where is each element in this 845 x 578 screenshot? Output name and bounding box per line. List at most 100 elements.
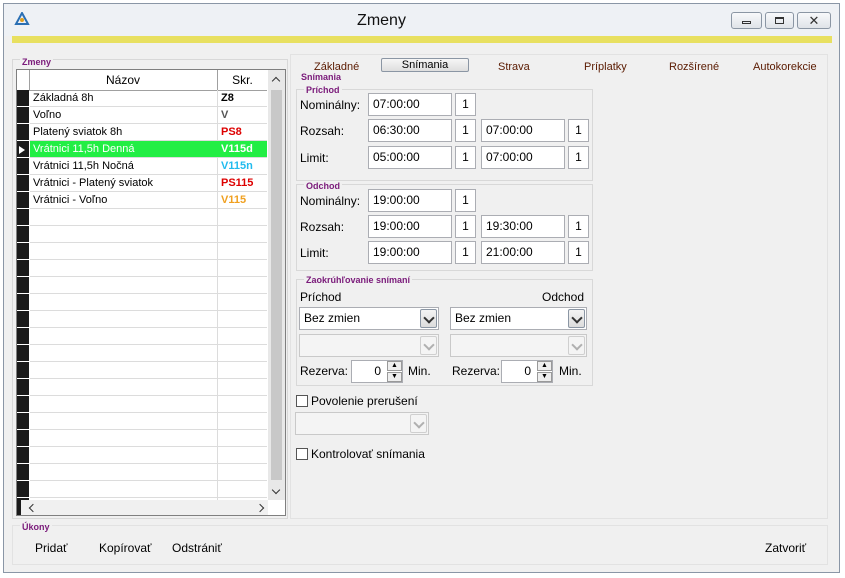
arrival-nominal-day[interactable]: 1 <box>455 93 476 116</box>
tab-1[interactable]: Snímania <box>381 58 469 72</box>
table-row[interactable]: Voľno V <box>30 107 267 124</box>
arrival-range-label: Rozsah: <box>300 124 345 138</box>
row-code: V115d <box>221 143 253 155</box>
rounding-departure-select[interactable]: Bez zmien <box>450 307 587 330</box>
departure-range-from-day[interactable]: 1 <box>455 215 476 238</box>
arrival-range-to[interactable]: 07:00:00 <box>481 119 565 142</box>
remove-button[interactable]: Odstrániť <box>172 541 222 555</box>
departure-nominal-time[interactable]: 19:00:00 <box>368 189 452 212</box>
tab-3[interactable]: Príplatky <box>584 61 627 73</box>
arrival-range-from[interactable]: 06:30:00 <box>368 119 452 142</box>
spin-down-icon[interactable]: ▼ <box>537 372 552 382</box>
grid-rows: Základná 8h Z8 Voľno V Platený sviatok 8h PS8… <box>30 90 267 209</box>
accent-bar <box>12 36 832 43</box>
rounding-departure-label: Odchod <box>542 290 585 304</box>
arrival-reserve-label: Rezerva: <box>300 364 349 378</box>
add-button[interactable]: Pridať <box>35 541 68 555</box>
tab-4[interactable]: Rozšírené <box>669 61 719 73</box>
chevron-down-icon[interactable] <box>420 309 437 328</box>
rounding-arrival-value: Bez zmien <box>304 311 361 325</box>
chevron-down-icon[interactable] <box>568 336 585 355</box>
row-code: PS8 <box>221 126 242 138</box>
arrival-limit-to[interactable]: 07:00:00 <box>481 146 565 169</box>
row-code: V <box>221 109 229 121</box>
table-row[interactable]: Základná 8h Z8 <box>30 90 267 107</box>
arrival-limit-from[interactable]: 05:00:00 <box>368 146 452 169</box>
shifts-group-title: Zmeny <box>20 57 54 67</box>
arrival-range-from-day[interactable]: 1 <box>455 119 476 142</box>
rounding-group-title: Zaokrúhľovanie snímaní <box>304 275 412 285</box>
departure-nominal-label: Nominálny: <box>300 194 361 208</box>
column-header-name[interactable]: Názov <box>30 73 216 87</box>
table-row[interactable]: Platený sviatok 8h PS8 <box>30 124 267 141</box>
scroll-down-icon[interactable] <box>271 485 281 495</box>
departure-limit-to-day[interactable]: 1 <box>568 241 589 264</box>
departure-reserve-label: Rezerva: <box>452 364 501 378</box>
window-title: Zmeny <box>357 12 406 29</box>
row-code: PS115 <box>221 177 254 189</box>
rounding-arrival-label: Príchod <box>300 290 342 304</box>
table-row[interactable]: Vrátnici - Platený sviatok PS115 <box>30 175 267 192</box>
table-row[interactable]: Vrátnici 11,5h Denná V115d <box>30 141 267 158</box>
departure-limit-from[interactable]: 19:00:00 <box>368 241 452 264</box>
row-name: Vrátnici 11,5h Denná <box>33 143 135 155</box>
vertical-scrollbar[interactable] <box>268 70 285 500</box>
row-header-corner <box>17 70 30 90</box>
chevron-down-icon[interactable] <box>410 414 427 433</box>
row-name: Vrátnici - Voľno <box>33 194 108 206</box>
departure-range-to-day[interactable]: 1 <box>568 215 589 238</box>
scroll-thumb[interactable] <box>271 90 282 480</box>
row-name: Voľno <box>33 109 62 121</box>
arrival-reserve-spinner[interactable]: ▲ ▼ <box>387 361 402 382</box>
maximize-button[interactable] <box>765 12 794 29</box>
scroll-left-icon[interactable] <box>28 503 38 513</box>
scroll-right-icon[interactable] <box>255 503 265 513</box>
departure-range-from[interactable]: 19:00:00 <box>368 215 452 238</box>
table-row[interactable]: Vrátnici 11,5h Nočná V115n <box>30 158 267 175</box>
table-row[interactable]: Vrátnici - Voľno V115 <box>30 192 267 209</box>
chevron-down-icon[interactable] <box>420 336 437 355</box>
rounding-arrival-select[interactable]: Bez zmien <box>299 307 439 330</box>
departure-reserve-unit: Min. <box>559 364 582 378</box>
break-type-select[interactable] <box>295 412 429 435</box>
row-name: Vrátnici - Platený sviatok <box>33 177 154 189</box>
departure-range-to[interactable]: 19:30:00 <box>481 215 565 238</box>
close-window-button[interactable]: ✕ <box>797 12 831 29</box>
arrival-range-to-day[interactable]: 1 <box>568 119 589 142</box>
departure-reserve-spinner[interactable]: ▲ ▼ <box>537 361 552 382</box>
departure-limit-to[interactable]: 21:00:00 <box>481 241 565 264</box>
check-scans-checkbox[interactable] <box>296 448 308 460</box>
allow-breaks-checkbox[interactable] <box>296 395 308 407</box>
actions-group-title: Úkony <box>20 522 52 532</box>
column-header-code[interactable]: Skr. <box>218 73 267 87</box>
departure-nominal-day[interactable]: 1 <box>455 189 476 212</box>
grid-header: Názov Skr. <box>17 70 267 91</box>
horizontal-scrollbar[interactable] <box>17 500 268 515</box>
minimize-button[interactable] <box>731 12 762 29</box>
spin-up-icon[interactable]: ▲ <box>537 361 552 371</box>
empty-rows <box>30 209 267 500</box>
tab-5[interactable]: Autokorekcie <box>753 61 817 73</box>
rounding-departure-secondary-select[interactable] <box>450 334 587 357</box>
title-bar: Zmeny ✕ <box>4 4 839 36</box>
close-icon: ✕ <box>808 13 820 28</box>
spin-up-icon[interactable]: ▲ <box>387 361 402 371</box>
chevron-down-icon[interactable] <box>568 309 585 328</box>
row-name: Základná 8h <box>33 92 94 104</box>
shifts-grid: Názov Skr. Základná 8h Z8 Voľno V Platený sv… <box>16 69 286 516</box>
maximize-icon <box>775 17 784 24</box>
scroll-up-icon[interactable] <box>271 76 281 86</box>
row-name: Platený sviatok 8h <box>33 126 123 138</box>
window: Zmeny ✕ Zmeny Názov Skr. Základná 8h Z8 Vo… <box>3 3 840 573</box>
arrival-nominal-time[interactable]: 07:00:00 <box>368 93 452 116</box>
arrival-limit-to-day[interactable]: 1 <box>568 146 589 169</box>
copy-button[interactable]: Kopírovať <box>99 541 152 555</box>
arrival-limit-from-day[interactable]: 1 <box>455 146 476 169</box>
rounding-arrival-secondary-select[interactable] <box>299 334 439 357</box>
allow-breaks-label: Povolenie prerušení <box>311 394 418 408</box>
arrival-group-title: Príchod <box>304 85 342 95</box>
tab-2[interactable]: Strava <box>498 61 530 73</box>
spin-down-icon[interactable]: ▼ <box>387 372 402 382</box>
close-button[interactable]: Zatvoriť <box>765 541 806 555</box>
departure-limit-from-day[interactable]: 1 <box>455 241 476 264</box>
